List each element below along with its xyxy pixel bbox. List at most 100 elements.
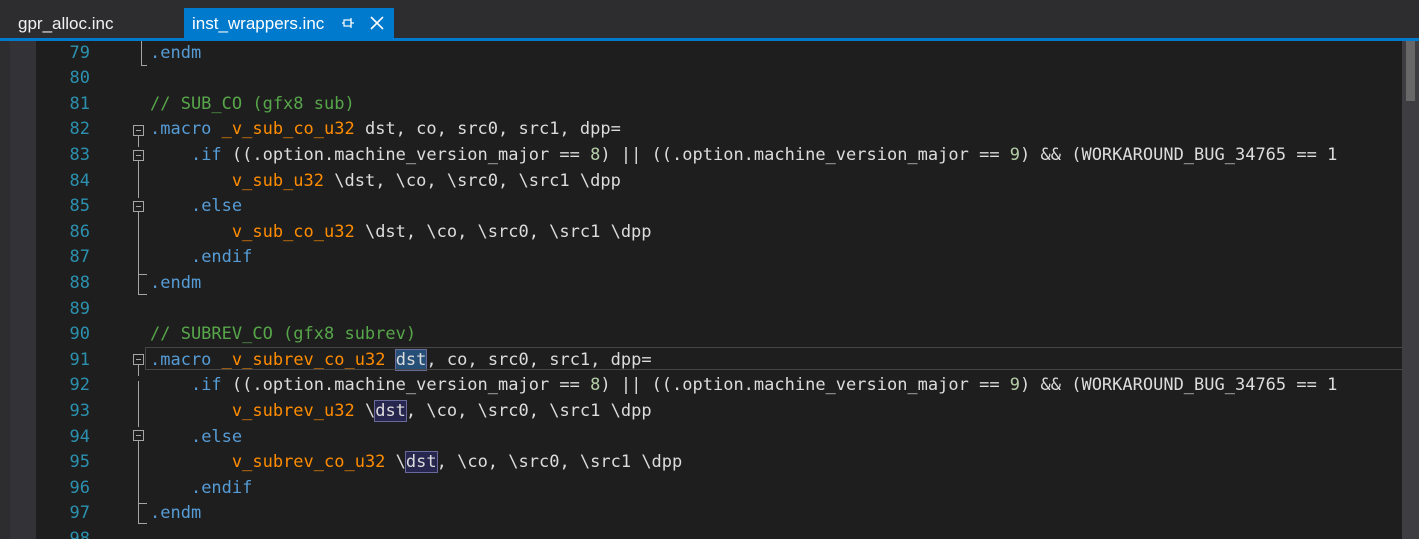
code-line[interactable]: 79 .endm <box>0 41 1402 66</box>
code-text[interactable]: v_subrev_co_u32 \dst, \co, \src0, \src1 … <box>150 450 682 476</box>
vertical-scrollbar[interactable] <box>1402 41 1419 539</box>
code-token: .endm <box>150 42 202 63</box>
code-line[interactable]: 98 <box>0 527 1402 539</box>
fold-toggle-82[interactable] <box>133 125 144 136</box>
code-text[interactable]: .endif <box>150 245 252 271</box>
code-token: , \co, \src0, \src1 \dpp <box>436 452 683 473</box>
code-line[interactable]: 81 // SUB_CO (gfx8 sub) <box>0 92 1402 118</box>
code-line[interactable]: 87 .endif <box>0 245 1402 271</box>
line-number: 85 <box>69 196 90 217</box>
line-number: 84 <box>69 170 90 191</box>
code-text[interactable]: .if ((.option.machine_version_major == 8… <box>150 143 1337 169</box>
code-text[interactable]: // SUB_CO (gfx8 sub) <box>150 92 355 118</box>
code-line[interactable]: 85 .else <box>0 194 1402 220</box>
line-number: 94 <box>69 426 90 447</box>
code-text[interactable]: .endm <box>150 271 201 297</box>
code-text[interactable]: .endif <box>150 476 252 502</box>
code-token: ((.option.machine_version_major == <box>221 144 591 165</box>
close-icon[interactable] <box>368 8 386 39</box>
line-number: 96 <box>69 477 90 498</box>
code-token: , \co, \src0, \src1 \dpp <box>405 400 652 421</box>
code-line[interactable]: 90 // SUBREV_CO (gfx8 subrev) <box>0 322 1402 348</box>
line-number: 88 <box>69 272 90 293</box>
tab-label: inst_wrappers.inc <box>192 14 325 33</box>
line-number: 82 <box>69 119 90 140</box>
code-text[interactable]: .if ((.option.machine_version_major == 8… <box>150 373 1337 399</box>
code-token: .else <box>190 426 243 447</box>
code-line[interactable]: 84 v_sub_u32 \dst, \co, \src0, \src1 \dp… <box>0 169 1402 195</box>
fold-toggle-85[interactable] <box>133 201 144 212</box>
scrollbar-thumb[interactable] <box>1406 41 1415 101</box>
code-line[interactable]: 96 .endif <box>0 476 1402 502</box>
code-text[interactable]: .macro _v_sub_co_u32 dst, co, src0, src1… <box>150 117 621 143</box>
tab-label: gpr_alloc.inc <box>18 14 114 33</box>
code-token: .macro <box>150 119 212 140</box>
tab-gpr-alloc[interactable]: gpr_alloc.inc <box>0 8 184 39</box>
code-token: ) && (WORKAROUND_BUG_34765 == 1 <box>1020 375 1338 396</box>
code-token: ) || ((.option.machine_version_major == <box>600 375 1010 396</box>
code-token: .else <box>190 196 243 217</box>
code-token: v_subrev_u32 <box>231 400 355 421</box>
code-token: 9 <box>1009 144 1021 165</box>
code-line[interactable]: 86 v_sub_co_u32 \dst, \co, \src0, \src1 … <box>0 220 1402 246</box>
code-line[interactable]: 95 v_subrev_co_u32 \dst, \co, \src0, \sr… <box>0 450 1402 476</box>
code-token: \ <box>354 400 376 421</box>
line-number: 98 <box>69 528 90 539</box>
code-token: // SUB_CO (gfx8 sub) <box>150 93 355 114</box>
code-editor[interactable]: 79 .endm 80 81 // SUB_CO (gfx8 sub) 82 .macro … <box>0 41 1419 539</box>
code-text[interactable]: .else <box>150 194 242 220</box>
code-lines[interactable]: 79 .endm 80 81 // SUB_CO (gfx8 sub) 82 .macro … <box>0 41 1402 539</box>
code-text[interactable]: .else <box>150 425 242 451</box>
line-number: 90 <box>69 324 90 345</box>
code-line[interactable]: 92 .if ((.option.machine_version_major =… <box>0 373 1402 399</box>
code-line[interactable]: 82 .macro _v_sub_co_u32 dst, co, src0, sr… <box>0 117 1402 143</box>
code-token: ((.option.machine_version_major == <box>221 375 591 396</box>
code-token: .endif <box>190 477 253 498</box>
code-token: \ <box>385 452 406 473</box>
code-text[interactable]: .endm <box>150 41 201 66</box>
code-token: 8 <box>590 144 601 165</box>
current-line-highlight <box>145 347 1413 370</box>
fold-toggle-94[interactable] <box>133 430 144 441</box>
code-token: ) && (WORKAROUND_BUG_34765 == 1 <box>1020 144 1338 165</box>
line-number: 89 <box>69 298 90 319</box>
code-line[interactable]: 80 <box>0 66 1402 92</box>
code-token: 9 <box>1009 375 1021 396</box>
line-number: 83 <box>69 144 90 165</box>
code-token: v_sub_co_u32 <box>231 221 355 242</box>
code-text[interactable]: v_subrev_u32 \dst, \co, \src0, \src1 \dp… <box>150 399 652 425</box>
code-token: \dst, \co, \src0, \src1 \dpp <box>354 221 652 242</box>
code-line[interactable]: 83 .if ((.option.machine_version_major =… <box>0 143 1402 169</box>
line-number: 87 <box>69 247 90 268</box>
code-token: .endm <box>150 503 202 524</box>
fold-toggle-91[interactable] <box>133 354 144 365</box>
code-text[interactable]: .endm <box>150 501 201 527</box>
code-token: // SUBREV_CO (gfx8 subrev) <box>150 324 417 345</box>
code-token: .if <box>190 144 222 165</box>
code-line[interactable]: 88 .endm <box>0 271 1402 297</box>
line-number: 93 <box>69 400 90 421</box>
code-token: dst <box>374 399 407 422</box>
code-line[interactable]: 97 .endm <box>0 501 1402 527</box>
code-line[interactable]: 94 .else <box>0 425 1402 451</box>
code-line[interactable]: 93 v_subrev_u32 \dst, \co, \src0, \src1 … <box>0 399 1402 425</box>
code-token: ) || ((.option.machine_version_major == <box>600 144 1010 165</box>
code-text[interactable]: v_sub_co_u32 \dst, \co, \src0, \src1 \dp… <box>150 220 652 246</box>
line-number: 91 <box>69 349 90 370</box>
fold-toggle-83[interactable] <box>133 150 144 161</box>
tab-inst-wrappers[interactable]: inst_wrappers.inc <box>184 8 394 39</box>
code-text[interactable]: v_sub_u32 \dst, \co, \src0, \src1 \dpp <box>150 169 621 195</box>
code-token: .endm <box>150 272 202 293</box>
code-line[interactable]: 89 <box>0 297 1402 323</box>
code-text[interactable]: // SUBREV_CO (gfx8 subrev) <box>150 322 416 348</box>
pin-icon[interactable] <box>340 8 356 39</box>
line-number: 81 <box>69 93 90 114</box>
code-token: v_subrev_co_u32 <box>231 452 386 473</box>
